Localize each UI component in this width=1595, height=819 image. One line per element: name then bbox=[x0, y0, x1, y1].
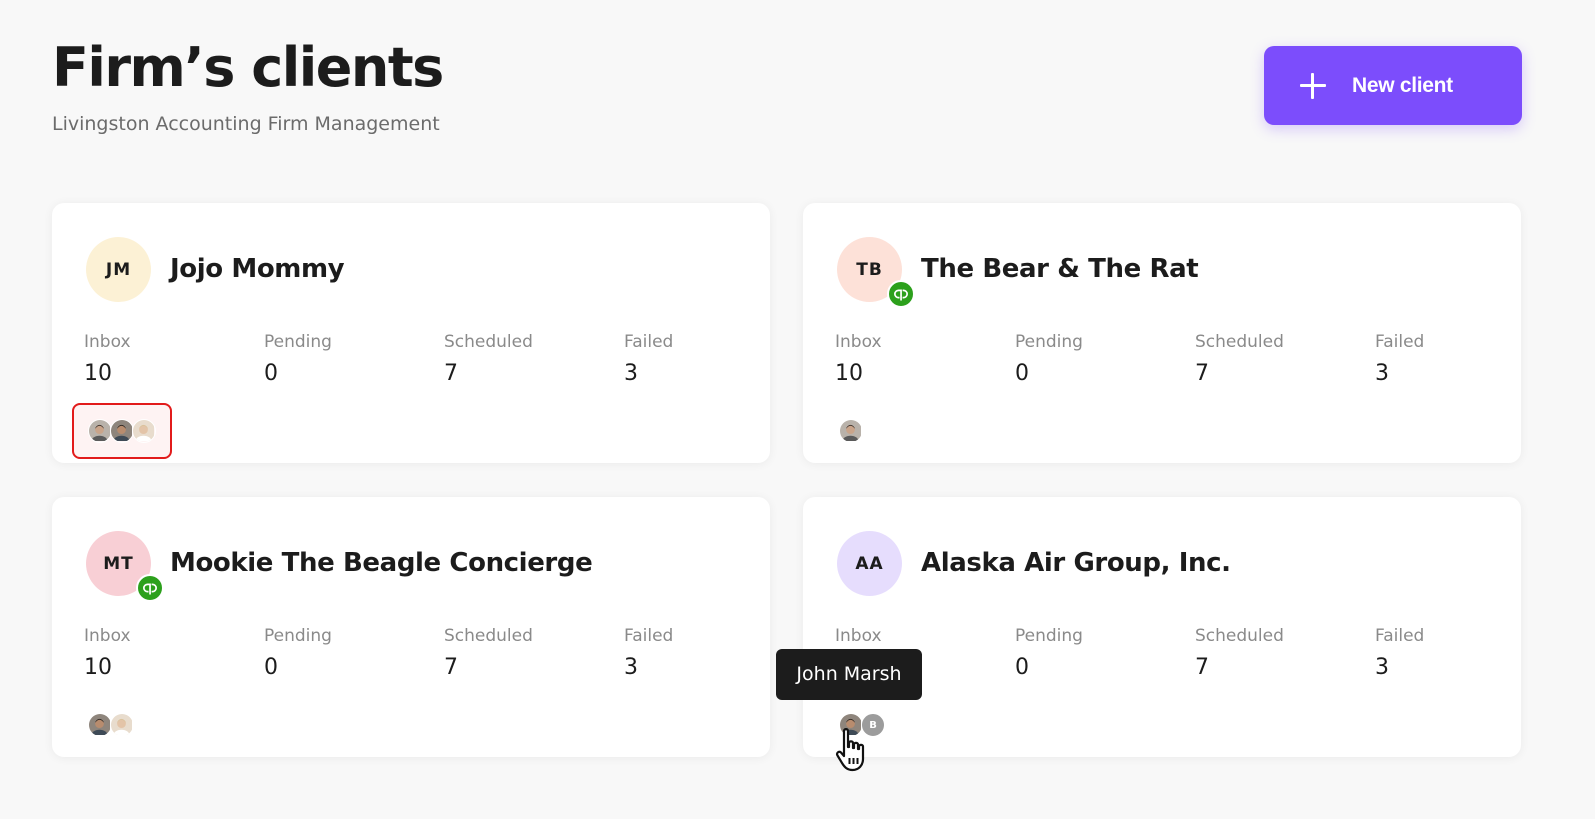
client-initials: TB bbox=[856, 259, 883, 280]
stat-label: Pending bbox=[1015, 332, 1083, 352]
client-card[interactable]: AA Alaska Air Group, Inc. Inbox 10 Pendi… bbox=[803, 497, 1521, 757]
client-avatar: AA bbox=[837, 531, 902, 596]
stat-label: Scheduled bbox=[444, 332, 533, 352]
stat-value: 3 bbox=[624, 361, 638, 386]
quickbooks-icon bbox=[887, 280, 915, 308]
stat-value: 0 bbox=[1015, 361, 1029, 386]
stat-label: Failed bbox=[624, 332, 674, 352]
stat-failed: Failed 3 bbox=[624, 331, 794, 389]
stat-value: 7 bbox=[444, 655, 458, 680]
stat-value: 7 bbox=[1195, 655, 1209, 680]
stat-value: 3 bbox=[624, 655, 638, 680]
team-member-avatar[interactable] bbox=[88, 713, 112, 737]
tooltip: John Marsh bbox=[776, 649, 922, 700]
stat-value: 3 bbox=[1375, 655, 1389, 680]
stat-inbox: Inbox 10 bbox=[84, 625, 254, 683]
stat-inbox: Inbox 10 bbox=[835, 331, 1005, 389]
stat-label: Scheduled bbox=[444, 626, 533, 646]
stat-label: Pending bbox=[264, 626, 332, 646]
stat-scheduled: Scheduled 7 bbox=[444, 331, 614, 389]
team-member-avatar[interactable] bbox=[839, 419, 863, 443]
client-card[interactable]: TB The Bear & The Rat Inbox 10 Pending 0… bbox=[803, 203, 1521, 463]
stat-label: Inbox bbox=[835, 332, 882, 352]
stat-label: Inbox bbox=[84, 626, 131, 646]
stat-label: Scheduled bbox=[1195, 626, 1284, 646]
client-initials: MT bbox=[103, 553, 134, 574]
stat-failed: Failed 3 bbox=[1375, 625, 1545, 683]
stat-label: Inbox bbox=[84, 332, 131, 352]
stat-pending: Pending 0 bbox=[1015, 625, 1185, 683]
team-member-avatar[interactable] bbox=[132, 419, 156, 443]
stat-value: 0 bbox=[1015, 655, 1029, 680]
stat-label: Inbox bbox=[835, 626, 882, 646]
client-name[interactable]: Alaska Air Group, Inc. bbox=[921, 545, 1231, 581]
quickbooks-icon bbox=[136, 574, 164, 602]
hand-pointer-icon bbox=[836, 728, 865, 772]
stat-pending: Pending 0 bbox=[264, 625, 434, 683]
stat-value: 10 bbox=[84, 361, 112, 386]
stat-label: Pending bbox=[264, 332, 332, 352]
new-client-label: New client bbox=[1352, 74, 1453, 97]
stat-inbox: Inbox 10 bbox=[84, 331, 254, 389]
client-avatar: TB bbox=[837, 237, 915, 308]
client-initials: AA bbox=[855, 553, 884, 574]
stat-value: 0 bbox=[264, 655, 278, 680]
stat-value: 3 bbox=[1375, 361, 1389, 386]
stat-value: 7 bbox=[444, 361, 458, 386]
client-name[interactable]: The Bear & The Rat bbox=[921, 251, 1199, 287]
team-member-avatar[interactable] bbox=[110, 713, 134, 737]
client-card[interactable]: JM Jojo Mommy Inbox 10 Pending 0 Schedul… bbox=[52, 203, 770, 463]
client-name[interactable]: Jojo Mommy bbox=[170, 251, 345, 287]
stat-scheduled: Scheduled 7 bbox=[1195, 331, 1365, 389]
stat-value: 10 bbox=[835, 361, 863, 386]
plus-icon bbox=[1300, 73, 1326, 99]
stat-value: 7 bbox=[1195, 361, 1209, 386]
client-initials: JM bbox=[105, 259, 132, 280]
stat-pending: Pending 0 bbox=[1015, 331, 1185, 389]
stat-label: Failed bbox=[1375, 332, 1425, 352]
client-avatar: JM bbox=[86, 237, 151, 302]
stat-pending: Pending 0 bbox=[264, 331, 434, 389]
stat-label: Pending bbox=[1015, 626, 1083, 646]
team-avatars[interactable] bbox=[88, 713, 134, 737]
team-avatars[interactable] bbox=[839, 419, 863, 443]
team-member-avatar[interactable] bbox=[110, 419, 134, 443]
stat-value: 0 bbox=[264, 361, 278, 386]
team-member-avatar[interactable] bbox=[88, 419, 112, 443]
stat-label: Scheduled bbox=[1195, 332, 1284, 352]
new-client-button[interactable]: New client bbox=[1264, 46, 1522, 125]
stat-label: Failed bbox=[624, 626, 674, 646]
stat-label: Failed bbox=[1375, 626, 1425, 646]
page-title: Firm’s clients bbox=[52, 36, 444, 99]
client-avatar: MT bbox=[86, 531, 164, 602]
client-card[interactable]: MT Mookie The Beagle Concierge Inbox 10 … bbox=[52, 497, 770, 757]
stat-value: 10 bbox=[84, 655, 112, 680]
stat-scheduled: Scheduled 7 bbox=[1195, 625, 1365, 683]
stat-failed: Failed 3 bbox=[1375, 331, 1545, 389]
page-subtitle: Livingston Accounting Firm Management bbox=[52, 113, 440, 135]
stat-failed: Failed 3 bbox=[624, 625, 794, 683]
stat-scheduled: Scheduled 7 bbox=[444, 625, 614, 683]
team-avatars[interactable] bbox=[88, 419, 156, 443]
client-name[interactable]: Mookie The Beagle Concierge bbox=[170, 545, 593, 581]
